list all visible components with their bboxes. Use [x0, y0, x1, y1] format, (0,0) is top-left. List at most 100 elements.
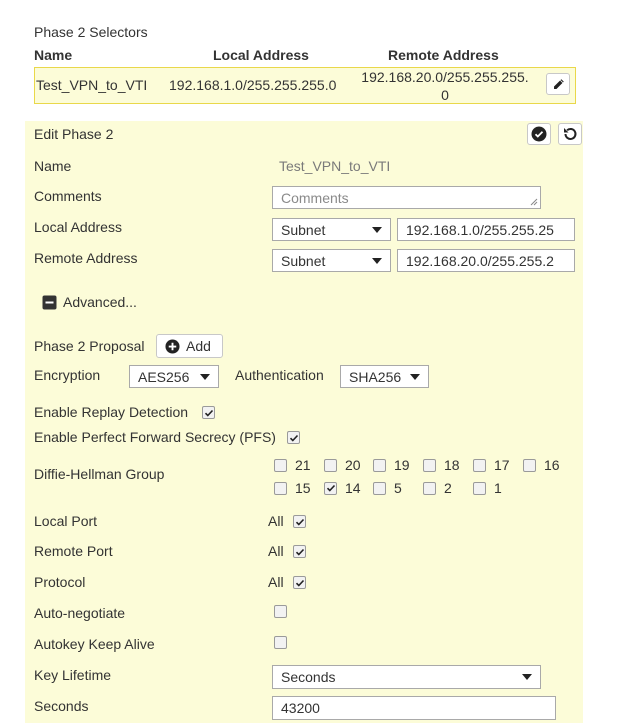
remote-port-all-checkbox[interactable] [293, 545, 306, 558]
remote-address-type-select[interactable]: Subnet [272, 249, 391, 272]
edit-phase2-title: Edit Phase 2 [34, 126, 114, 142]
replay-detection-label: Enable Replay Detection [34, 404, 189, 420]
dh-group-checkbox[interactable] [324, 458, 337, 472]
dh-group-option[interactable]: 5 [373, 480, 402, 496]
dh-group-option[interactable]: 2 [423, 480, 452, 496]
dh-group-option[interactable]: 15 [274, 480, 311, 496]
protocol-all-checkbox[interactable] [293, 576, 306, 589]
seconds-label: Seconds [34, 698, 89, 714]
dh-group-checkbox[interactable] [324, 481, 337, 495]
phase2-selectors-title: Phase 2 Selectors [34, 24, 148, 40]
dh-group-checkbox[interactable] [473, 458, 486, 472]
dh-group-value: 14 [345, 480, 361, 496]
add-label: Add [186, 338, 211, 354]
local-port-label: Local Port [34, 513, 98, 529]
dh-group-checkbox[interactable] [423, 481, 436, 495]
encryption-value: AES256 [138, 368, 190, 385]
dh-group-value: 2 [444, 480, 452, 496]
undo-icon [564, 127, 577, 140]
dh-group-value: 16 [544, 457, 560, 473]
add-proposal-button[interactable]: Add [156, 334, 223, 358]
checkmark-icon [326, 484, 335, 492]
dh-group-checkbox[interactable] [274, 458, 287, 472]
checkmark-icon [295, 579, 304, 587]
pfs-checkbox[interactable] [287, 431, 300, 444]
authentication-value: SHA256 [349, 368, 402, 385]
local-address-type-select[interactable]: Subnet [272, 218, 391, 241]
checkmark-icon [295, 548, 304, 556]
selector-remote-address: 192.168.20.0/255.255.255. 0 [361, 69, 529, 103]
column-header-name: Name [34, 47, 73, 63]
remote-address-input[interactable]: 192.168.20.0/255.255.2 [397, 249, 575, 272]
remote-port-label: Remote Port [34, 543, 113, 559]
dh-group-checkbox[interactable] [274, 481, 287, 495]
chevron-down-icon [372, 257, 382, 264]
remote-port-all-label: All [268, 543, 284, 559]
comments-placeholder: Comments [281, 189, 349, 206]
dh-group-option[interactable]: 14 [324, 480, 361, 496]
dh-group-checkbox[interactable] [473, 481, 486, 495]
chevron-down-icon [410, 373, 420, 380]
edit-selector-button[interactable] [546, 73, 570, 95]
dh-group-option[interactable]: 21 [274, 457, 311, 473]
checkmark-icon [295, 518, 304, 526]
protocol-label: Protocol [34, 574, 86, 590]
selector-local-address: 192.168.1.0/255.255.255.0 [169, 77, 337, 93]
local-port-all-checkbox[interactable] [293, 515, 306, 528]
dh-group-checkbox[interactable] [373, 481, 386, 495]
dh-group-value: 5 [394, 480, 402, 496]
dh-group-checkbox[interactable] [423, 458, 436, 472]
dh-group-checkbox[interactable] [373, 458, 386, 472]
authentication-select[interactable]: SHA256 [340, 365, 429, 388]
dh-group-option[interactable]: 1 [473, 480, 502, 496]
dh-group-value: 15 [295, 480, 311, 496]
dh-group-value: 1 [494, 480, 502, 496]
dh-group-value: 20 [345, 457, 361, 473]
key-lifetime-label: Key Lifetime [34, 667, 112, 683]
dh-group-checkbox[interactable] [523, 458, 536, 472]
column-header-local-address: Local Address [213, 47, 309, 63]
local-address-input[interactable]: 192.168.1.0/255.255.25 [397, 218, 575, 241]
selector-row[interactable]: Test_VPN_to_VTI 192.168.1.0/255.255.255.… [34, 67, 576, 104]
dh-group-option[interactable]: 17 [473, 457, 510, 473]
undo-button[interactable] [558, 123, 582, 145]
dh-group-option[interactable]: 19 [373, 457, 410, 473]
minus-square-icon [42, 295, 57, 309]
save-button[interactable] [527, 123, 551, 145]
edit-phase2-panel [25, 121, 583, 723]
column-header-remote-address: Remote Address [388, 47, 499, 63]
auto-negotiate-checkbox[interactable] [274, 605, 287, 618]
selector-name: Test_VPN_to_VTI [36, 77, 148, 93]
autokey-keep-alive-checkbox[interactable] [274, 636, 287, 649]
advanced-label: Advanced... [63, 294, 137, 310]
checkmark-icon [204, 409, 213, 417]
key-lifetime-select[interactable]: Seconds [272, 665, 541, 689]
local-port-all-label: All [268, 513, 284, 529]
authentication-label: Authentication [235, 367, 324, 383]
checkmark-icon [289, 434, 298, 442]
pencil-icon [553, 78, 564, 89]
key-lifetime-value: Seconds [281, 669, 336, 685]
name-label: Name [34, 158, 72, 174]
local-address-type-value: Subnet [281, 221, 326, 238]
seconds-input[interactable]: 43200 [272, 696, 556, 720]
check-circle-icon [531, 126, 547, 142]
dh-group-value: 18 [444, 457, 460, 473]
remote-address-type-value: Subnet [281, 252, 326, 269]
dh-group-value: 19 [394, 457, 410, 473]
dh-group-option[interactable]: 18 [423, 457, 460, 473]
dh-group-option[interactable]: 16 [523, 457, 560, 473]
dh-group-label: Diffie-Hellman Group [34, 466, 165, 482]
remote-address-label: Remote Address [34, 250, 138, 266]
resize-handle-icon[interactable] [530, 198, 538, 206]
advanced-toggle[interactable]: Advanced... [42, 294, 137, 310]
replay-detection-checkbox[interactable] [202, 406, 215, 419]
pfs-label: Enable Perfect Forward Secrecy (PFS) [34, 429, 276, 445]
name-value: Test_VPN_to_VTI [279, 158, 391, 174]
encryption-select[interactable]: AES256 [129, 365, 219, 388]
comments-field[interactable]: Comments [272, 186, 541, 209]
chevron-down-icon [372, 226, 382, 233]
dh-group-option[interactable]: 20 [324, 457, 361, 473]
plus-circle-icon [165, 338, 180, 354]
auto-negotiate-label: Auto-negotiate [34, 605, 126, 621]
